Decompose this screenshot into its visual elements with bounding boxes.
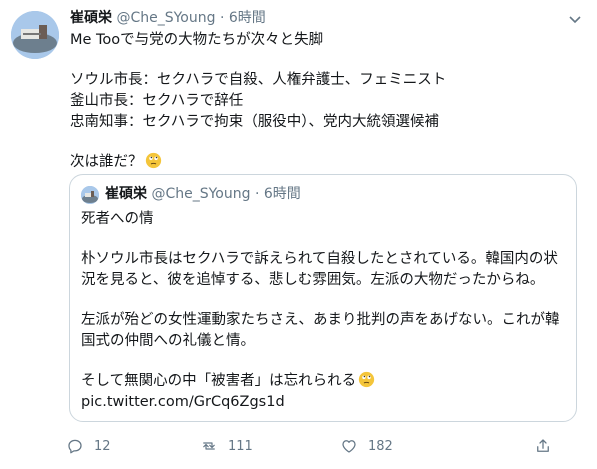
tweet-line: ソウル市長：セクハラで自殺、人権弁護士、フェミニスト <box>70 72 447 88</box>
chevron-down-icon[interactable] <box>567 11 583 27</box>
author-handle[interactable]: @Che_SYoung <box>116 10 215 26</box>
quoted-author-name[interactable]: 崔碩栄 <box>105 186 147 202</box>
tweet-body: Me Tooで与党の大物たちが次々と失脚 ソウル市長：セクハラで自殺、人権弁護士… <box>70 30 580 173</box>
quoted-paragraph: 左派が殆どの女性運動家たちさえ、あまり批判の声をあげない。これが韓国式の仲間への… <box>81 312 560 349</box>
timestamp[interactable]: 6時間 <box>229 10 266 26</box>
retweet-count: 111 <box>228 438 253 454</box>
reply-button[interactable]: 12 <box>66 434 111 458</box>
tweet-line: 忠南知事：セクハラで拘束（服役中）、党内大統領選候補 <box>70 114 440 130</box>
like-count: 182 <box>368 438 393 454</box>
reply-icon <box>68 439 82 454</box>
face-with-rolling-eyes-emoji <box>145 152 161 169</box>
quoted-separator: · <box>254 186 260 202</box>
tweet-header: 崔碩栄 @Che_SYoung · 6時間 <box>70 8 266 28</box>
quoted-timestamp[interactable]: 6時間 <box>264 186 301 202</box>
retweet-button[interactable]: 111 <box>200 434 253 458</box>
quoted-title: 死者への情 <box>81 211 154 227</box>
quoted-author-handle[interactable]: @Che_SYoung <box>151 186 250 202</box>
quoted-avatar[interactable] <box>81 186 99 204</box>
face-with-rolling-eyes-emoji <box>358 371 375 388</box>
action-bar: 12 111 182 <box>66 434 586 458</box>
tweet-line: Me Tooで与党の大物たちが次々と失脚 <box>70 32 324 48</box>
reply-count: 12 <box>94 438 111 454</box>
retweet-icon <box>203 442 215 450</box>
share-icon <box>537 439 549 452</box>
quoted-body: 死者への情 朴ソウル市長はセクハラで訴えられて自殺したとされている。韓国内の状況… <box>81 209 567 413</box>
quoted-paragraph: そして無関心の中「被害者」は忘れられる <box>81 371 567 392</box>
separator: · <box>219 10 225 26</box>
share-button[interactable] <box>534 434 562 458</box>
like-button[interactable]: 182 <box>340 434 393 458</box>
author-name[interactable]: 崔碩栄 <box>70 10 112 26</box>
tweet[interactable]: 崔碩栄 @Che_SYoung · 6時間 Me Tooで与党の大物たちが次々と… <box>0 0 597 469</box>
quoted-link[interactable]: pic.twitter.com/GrCq6Zgs1d <box>81 392 567 413</box>
tweet-line: 次は誰だ？ <box>70 152 580 173</box>
tweet-line: 釜山市長：セクハラで辞任 <box>70 93 244 109</box>
quoted-tweet[interactable]: 崔碩栄 @Che_SYoung · 6時間 死者への情 朴ソウル市長はセクハラで… <box>69 174 577 422</box>
heart-icon <box>342 440 356 453</box>
quoted-paragraph: 朴ソウル市長はセクハラで訴えられて自殺したとされている。韓国内の状況を見ると、彼… <box>81 251 558 288</box>
avatar[interactable] <box>11 11 59 59</box>
